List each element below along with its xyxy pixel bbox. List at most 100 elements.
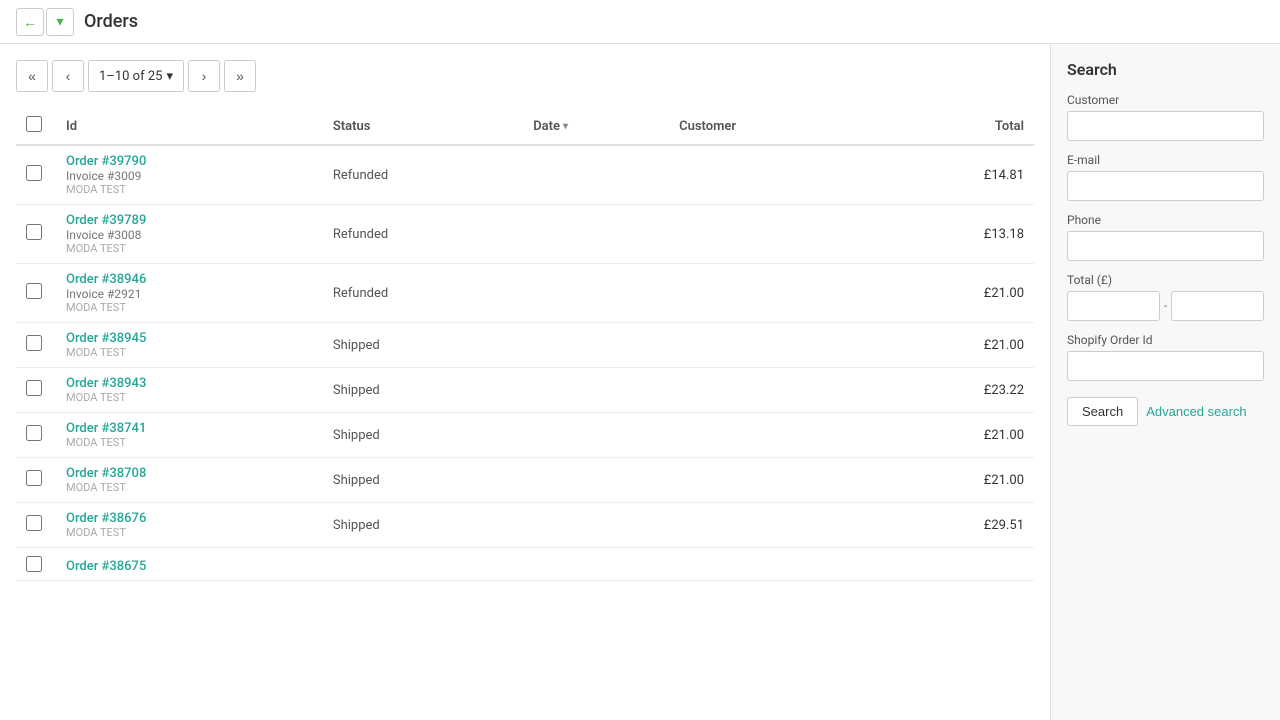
order-link[interactable]: Order #38675 (66, 559, 313, 574)
back-button[interactable]: ← (16, 8, 44, 36)
row-date-cell (523, 548, 669, 581)
order-link[interactable]: Order #38741 (66, 421, 313, 436)
search-button[interactable]: Search (1067, 397, 1138, 426)
customer-input[interactable] (1067, 111, 1264, 141)
row-checkbox[interactable] (26, 515, 42, 531)
row-total-cell: £21.00 (874, 323, 1034, 368)
row-checkbox[interactable] (26, 556, 42, 572)
row-status-cell: Shipped (323, 458, 523, 503)
row-checkbox-cell (16, 548, 56, 581)
select-all-header (16, 108, 56, 145)
row-total-cell: £29.51 (874, 503, 1034, 548)
dropdown-button[interactable]: ▾ (46, 8, 74, 36)
row-customer-cell (669, 368, 874, 413)
select-all-checkbox[interactable] (26, 116, 42, 132)
page-range-selector[interactable]: 1–10 of 25 ▾ (88, 60, 184, 92)
row-id-cell: Order #38708MODA TEST (56, 458, 323, 503)
order-link[interactable]: Order #39789 (66, 213, 313, 228)
row-id-cell: Order #38741MODA TEST (56, 413, 323, 458)
email-label: E-mail (1067, 153, 1264, 167)
invoice-text: Invoice #2921 (66, 287, 313, 301)
row-id-cell: Order #38943MODA TEST (56, 368, 323, 413)
nav-buttons: ← ▾ (16, 8, 74, 36)
row-date-cell (523, 205, 669, 264)
row-checkbox-cell (16, 458, 56, 503)
email-input[interactable] (1067, 171, 1264, 201)
row-status-cell (323, 548, 523, 581)
col-customer-header: Customer (669, 108, 874, 145)
row-checkbox-cell (16, 264, 56, 323)
top-bar: ← ▾ Orders (0, 0, 1280, 44)
row-status-cell: Refunded (323, 205, 523, 264)
phone-input[interactable] (1067, 231, 1264, 261)
table-row: Order #38708MODA TESTShipped £21.00 (16, 458, 1034, 503)
row-checkbox[interactable] (26, 283, 42, 299)
col-date-header[interactable]: Date ▾ (523, 108, 669, 145)
order-link[interactable]: Order #38946 (66, 272, 313, 287)
table-row: Order #38741MODA TESTShipped£21.00 (16, 413, 1034, 458)
row-total-cell: £23.22 (874, 368, 1034, 413)
row-checkbox-cell (16, 205, 56, 264)
store-label: MODA TEST (66, 526, 313, 539)
invoice-text: Invoice #3009 (66, 169, 313, 183)
store-label: MODA TEST (66, 436, 313, 449)
row-checkbox[interactable] (26, 165, 42, 181)
page-range-label: 1–10 of 25 (99, 69, 162, 84)
advanced-search-button[interactable]: Advanced search (1146, 404, 1246, 419)
row-total-cell: £21.00 (874, 413, 1034, 458)
total-range-inputs: - (1067, 291, 1264, 321)
invoice-text: Invoice #3008 (66, 228, 313, 242)
row-checkbox[interactable] (26, 470, 42, 486)
order-link[interactable]: Order #38943 (66, 376, 313, 391)
row-checkbox[interactable] (26, 335, 42, 351)
row-checkbox[interactable] (26, 380, 42, 396)
table-row: Order #39789Invoice #3008MODA TESTRefund… (16, 205, 1034, 264)
order-link[interactable]: Order #38676 (66, 511, 313, 526)
row-date-cell (523, 368, 669, 413)
shopify-input[interactable] (1067, 351, 1264, 381)
row-checkbox-cell (16, 145, 56, 205)
order-link[interactable]: Order #39790 (66, 154, 313, 169)
table-row: Order #38676MODA TESTShipped£29.51 (16, 503, 1034, 548)
col-id-header: Id (56, 108, 323, 145)
row-id-cell: Order #38675 (56, 548, 323, 581)
row-date-cell (523, 323, 669, 368)
order-link[interactable]: Order #38945 (66, 331, 313, 346)
row-total-cell: £21.00 (874, 458, 1034, 503)
row-status-cell: Shipped (323, 368, 523, 413)
orders-table: Id Status Date ▾ Customer Total Order # (16, 108, 1034, 581)
table-header-row: Id Status Date ▾ Customer Total (16, 108, 1034, 145)
row-total-cell: £14.81 (874, 145, 1034, 205)
prev-page-button[interactable]: ‹ (52, 60, 84, 92)
total-max-input[interactable] (1171, 291, 1264, 321)
total-label: Total (£) (1067, 273, 1264, 287)
customer-field-group: Customer (1067, 93, 1264, 141)
shopify-field-group: Shopify Order Id (1067, 333, 1264, 381)
store-label: MODA TEST (66, 301, 313, 314)
row-customer-cell (669, 323, 874, 368)
customer-label: Customer (1067, 93, 1264, 107)
first-page-button[interactable]: « (16, 60, 48, 92)
row-checkbox-cell (16, 368, 56, 413)
order-link[interactable]: Order #38708 (66, 466, 313, 481)
date-label: Date (533, 119, 560, 134)
col-total-header: Total (874, 108, 1034, 145)
row-id-cell: Order #38946Invoice #2921MODA TEST (56, 264, 323, 323)
next-page-button[interactable]: › (188, 60, 220, 92)
table-row: Order #38946Invoice #2921MODA TESTRefund… (16, 264, 1034, 323)
total-min-input[interactable] (1067, 291, 1160, 321)
row-status-cell: Shipped (323, 413, 523, 458)
row-customer-cell (669, 145, 874, 205)
row-checkbox[interactable] (26, 425, 42, 441)
row-checkbox-cell (16, 323, 56, 368)
pagination-bar: « ‹ 1–10 of 25 ▾ › » (16, 60, 1034, 92)
row-checkbox[interactable] (26, 224, 42, 240)
last-page-button[interactable]: » (224, 60, 256, 92)
row-status-cell: Refunded (323, 145, 523, 205)
content-area: « ‹ 1–10 of 25 ▾ › » Id Status (0, 44, 1050, 720)
date-sort-icon: ▾ (563, 121, 568, 132)
col-status-header: Status (323, 108, 523, 145)
row-date-cell (523, 264, 669, 323)
phone-field-group: Phone (1067, 213, 1264, 261)
table-row: Order #38675 (16, 548, 1034, 581)
